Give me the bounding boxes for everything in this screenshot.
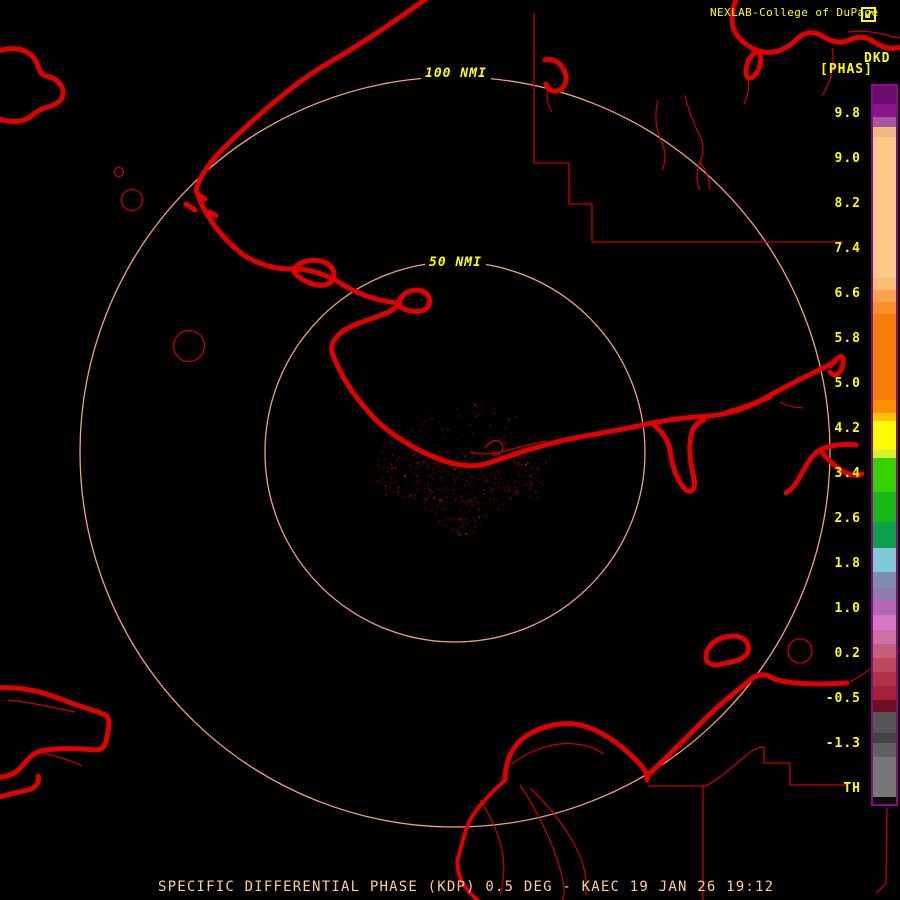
range-ring-label-50nmi: 50 NMI (425, 255, 486, 270)
colorbar-segment (873, 458, 896, 492)
colorbar-segment (873, 615, 896, 630)
product-title: SPECIFIC DIFFERENTIAL PHASE (KDP) 0.5 DE… (158, 879, 775, 895)
colorbar-segment (873, 658, 896, 672)
site-title[interactable]: NEXLAB-College of DuPage (710, 6, 879, 19)
river-northeast (725, 394, 773, 415)
colorbar-segment (873, 630, 896, 644)
units-label: [PHAS] (820, 62, 873, 77)
colorbar-segment (873, 600, 896, 615)
colorbar-segment (873, 548, 896, 572)
lake-circle-right (787, 638, 813, 664)
radar-map (0, 0, 900, 900)
radar-viewer: { "header": { "site_title": "NEXLAB-Coll… (0, 0, 900, 900)
nexlab-logo-icon[interactable] (860, 5, 877, 23)
range-ring-100nmi (79, 76, 831, 828)
coast-blob-arm (743, 49, 764, 81)
colorbar-segment (873, 302, 896, 314)
colorbar-segment (873, 86, 896, 104)
inlet-top-center (542, 57, 569, 94)
colorbar-segment (873, 572, 896, 588)
colorbar-segment (873, 421, 896, 450)
coastline-hook-ne (827, 354, 846, 378)
colorbar-segment (873, 686, 896, 700)
boundary-right-edge (875, 807, 888, 894)
colorbar-segment (873, 413, 896, 421)
coastline-paths (0, 0, 900, 900)
lake-blob-right (703, 633, 751, 668)
colorbar-segment (873, 492, 896, 522)
colorbar-segment (873, 672, 896, 686)
colorbar-segment (873, 588, 896, 600)
colorbar-segment (873, 733, 896, 743)
colorbar-segment (873, 757, 896, 797)
radar-echoes (375, 403, 550, 536)
colorbar-segment (873, 290, 896, 302)
island-top-left (0, 46, 66, 124)
islet-3 (207, 209, 219, 219)
colorbar-segment (873, 314, 896, 400)
colorbar-swatches (873, 86, 896, 804)
colorbar (871, 84, 898, 806)
range-ring-label-100nmi: 100 NMI (421, 66, 491, 81)
bay-dome (502, 721, 650, 783)
colorbar-segment (873, 117, 896, 127)
coastline-bump (395, 287, 433, 315)
colorbar-segment (873, 127, 896, 137)
islet-2 (183, 201, 198, 213)
colorbar-segment (873, 522, 896, 548)
colorbar-segment (873, 743, 896, 757)
coastline-main (193, 0, 838, 469)
colorbar-segment (873, 450, 896, 458)
colorbar-segment (873, 644, 896, 658)
colorbar-segment (873, 400, 896, 413)
colorbar-segment (873, 700, 896, 712)
peninsula-bottom-left-2 (0, 773, 41, 800)
lake-circle-left (172, 329, 206, 363)
colorbar-segment (873, 278, 896, 290)
lake-circle-left-top (120, 188, 144, 212)
coast-dome-to-east (644, 672, 850, 779)
river-delta-branch (817, 447, 865, 478)
boundary-step-top (533, 13, 843, 243)
coastline-inlet (649, 417, 707, 494)
lake-circle-small (113, 166, 125, 178)
colorbar-segment (873, 797, 896, 804)
range-ring-50nmi (264, 261, 646, 643)
colorbar-segment (873, 712, 896, 733)
colorbar-segment (873, 137, 896, 278)
colorbar-segment (873, 104, 896, 117)
